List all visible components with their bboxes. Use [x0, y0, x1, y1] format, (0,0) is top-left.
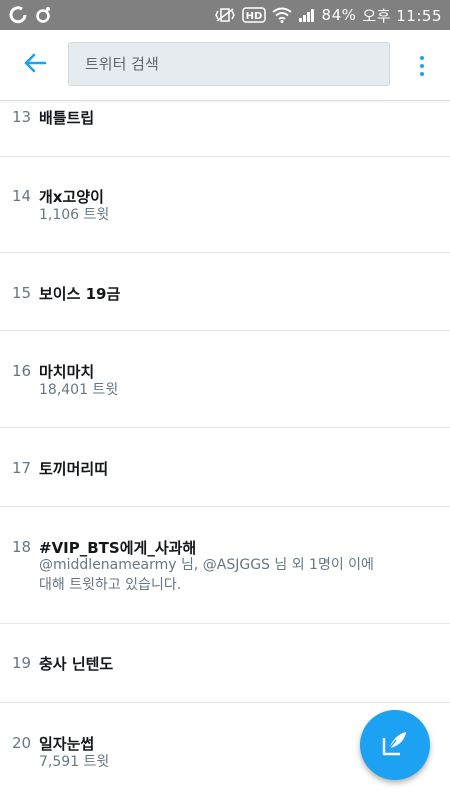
trend-title: 충사 닌텐도 [39, 655, 114, 673]
trend-tweet-count: 7,591 트윗 [39, 754, 110, 770]
back-button[interactable] [20, 52, 50, 78]
battery-percent: 84% [321, 6, 357, 24]
trend-item[interactable]: 18 #VIP_BTS에게_사과해 @middlenamearmy 님, @AS… [0, 507, 450, 624]
trend-title: 배틀트립 [39, 109, 95, 127]
wifi-icon [271, 7, 292, 23]
trend-rank: 18 [12, 538, 32, 556]
arrow-left-icon [23, 53, 47, 77]
trend-item[interactable]: 16 마치마치 18,401 트윗 [0, 331, 450, 428]
status-bar-right: HD 84% 오후 11:55 [214, 5, 442, 26]
trend-item[interactable]: 19 충사 닌텐도 [0, 624, 450, 703]
clock: 오후 11:55 [362, 6, 442, 25]
trend-context: @middlenamearmy 님, @ASJGGS 님 외 1명이 이에 [39, 557, 374, 573]
compose-tweet-button[interactable] [360, 710, 430, 780]
svg-text:HD: HD [245, 11, 262, 22]
trend-rank: 17 [12, 459, 32, 477]
trend-item[interactable]: 15 보이스 19금 [0, 253, 450, 331]
sync-icon [34, 6, 52, 24]
search-box[interactable] [68, 42, 390, 86]
signal-icon [298, 7, 316, 23]
trend-title: 개x고양이 [39, 188, 104, 206]
more-vert-icon-dot [420, 56, 424, 60]
trend-item[interactable]: 14 개x고양이 1,106 트윗 [0, 157, 450, 253]
trend-rank: 15 [12, 284, 32, 302]
trend-title: 보이스 19금 [39, 285, 121, 303]
vibrate-icon [214, 7, 236, 23]
trend-rank: 13 [12, 108, 32, 126]
carrier-o-icon [8, 5, 28, 25]
trend-title: 마치마치 [39, 363, 95, 381]
status-bar: HD 84% 오후 11:55 [0, 0, 450, 30]
trend-title: 토끼머리띠 [39, 460, 109, 478]
app-bar [0, 30, 450, 101]
more-options-button[interactable] [410, 52, 434, 80]
trend-item[interactable]: 17 토끼머리띠 [0, 428, 450, 507]
trend-tweet-count: 1,106 트윗 [39, 207, 110, 223]
trend-tweet-count: 18,401 트윗 [39, 382, 119, 398]
status-bar-left [8, 5, 52, 25]
trend-item[interactable]: 13 배틀트립 [0, 101, 450, 157]
more-vert-icon-dot [420, 64, 424, 68]
hd-icon: HD [241, 7, 266, 23]
trend-rank: 19 [12, 654, 32, 672]
trend-title: 일자눈썹 [39, 735, 95, 753]
more-vert-icon-dot [420, 72, 424, 76]
trend-rank: 14 [12, 187, 32, 205]
search-input[interactable] [83, 54, 375, 74]
trend-list: 13 배틀트립 14 개x고양이 1,106 트윗 15 보이스 19금 16 … [0, 101, 450, 800]
trend-context-line2: 대해 트윗하고 있습니다. [39, 577, 182, 593]
trend-rank: 20 [12, 734, 32, 752]
compose-feather-icon [380, 728, 410, 762]
trend-rank: 16 [12, 362, 32, 380]
